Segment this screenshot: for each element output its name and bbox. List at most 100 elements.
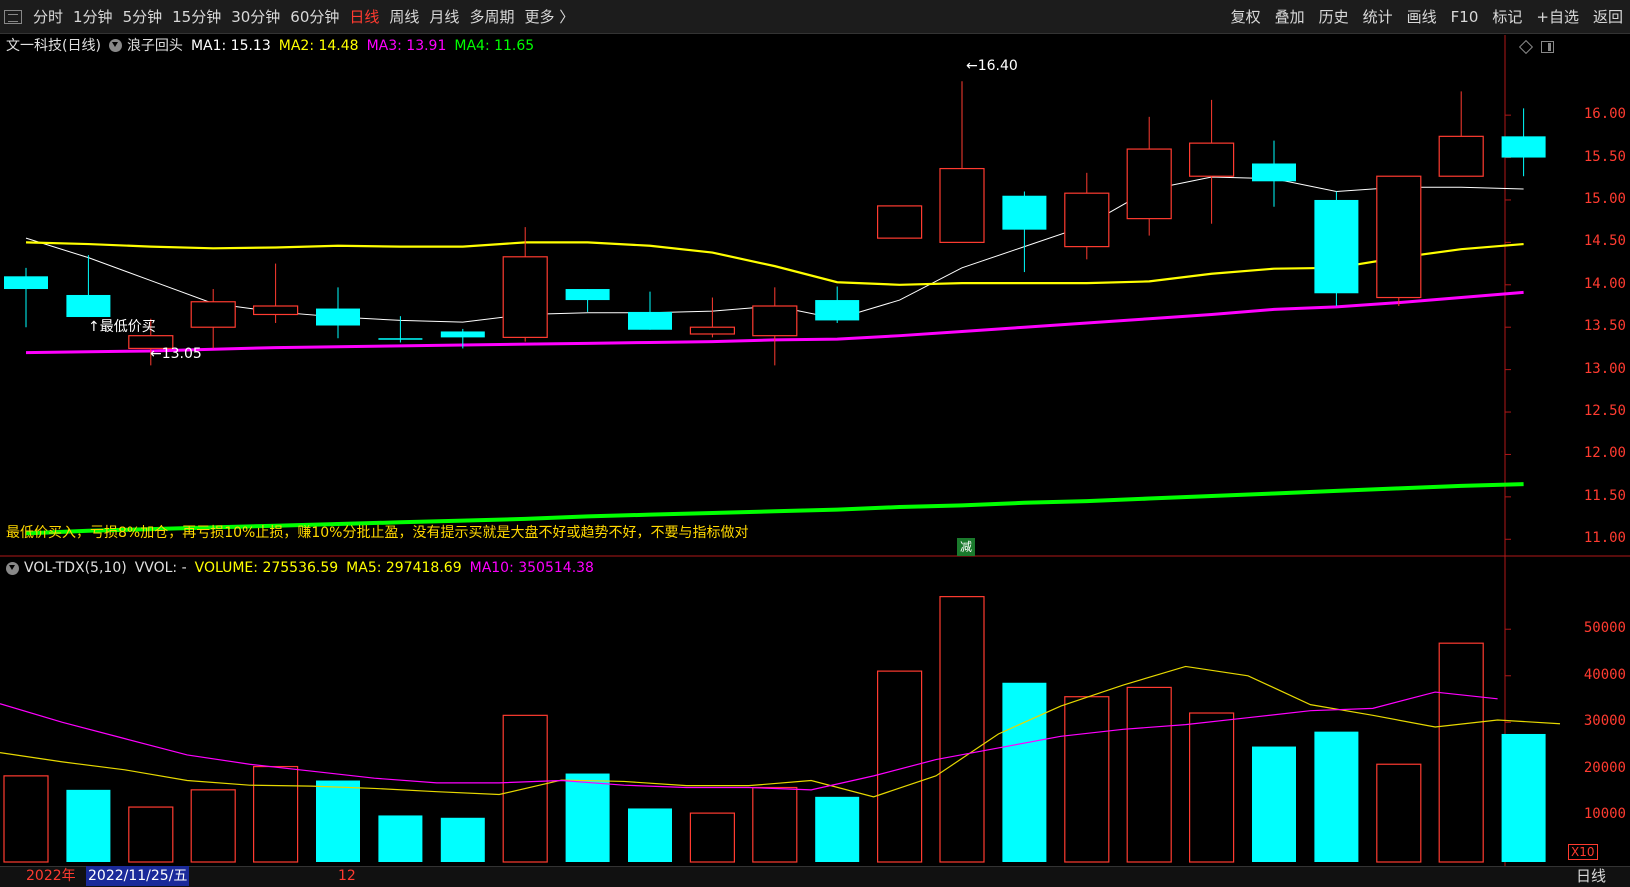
candle-body xyxy=(66,294,111,318)
price-tick-label: 14.00 xyxy=(1583,275,1626,292)
month-label: 12 xyxy=(338,868,356,884)
volume-scale-badge: X10 xyxy=(1568,844,1598,860)
candle-body xyxy=(1126,148,1172,220)
tool-tab-0[interactable]: 复权 xyxy=(1224,0,1268,34)
volume-bar xyxy=(440,817,485,862)
candle-body xyxy=(1438,135,1484,177)
candle-body xyxy=(1376,175,1422,299)
period-tab-1[interactable]: 1分钟 xyxy=(68,0,118,34)
volume-tick-label: 20000 xyxy=(1583,759,1626,776)
candle-body xyxy=(190,301,236,328)
indicator-name[interactable]: 浪子回头 xyxy=(127,35,183,57)
dropdown-circle-icon[interactable] xyxy=(108,39,122,52)
price-tick-label: 16.00 xyxy=(1583,106,1626,123)
period-tab-5[interactable]: 60分钟 xyxy=(285,0,344,34)
price-tick-label: 13.50 xyxy=(1583,318,1626,335)
ma2-value: MA2: 14.48 xyxy=(278,38,359,54)
tool-tab-8[interactable]: 返回 xyxy=(1586,0,1630,34)
candle-body xyxy=(440,331,485,338)
volume-bar xyxy=(1376,763,1422,863)
tool-tab-4[interactable]: 画线 xyxy=(1400,0,1444,34)
vvol-value: VVOL: - xyxy=(134,560,187,576)
ma-line-ma2 xyxy=(25,241,1524,286)
volume-bar xyxy=(1438,642,1484,863)
candle-body xyxy=(1501,136,1546,158)
period-footer-label[interactable]: 日线 xyxy=(1576,866,1606,886)
volume-bar xyxy=(190,789,236,863)
volume-value: VOLUME: 275536.59 xyxy=(194,560,339,576)
period-tab-2[interactable]: 5分钟 xyxy=(118,0,168,34)
ma1-value: MA1: 15.13 xyxy=(190,38,271,54)
price-tick-label: 15.50 xyxy=(1583,148,1626,165)
volume-bar xyxy=(316,780,360,862)
dropdown-circle-icon[interactable] xyxy=(6,562,19,575)
tool-tab-7[interactable]: +自选 xyxy=(1529,0,1586,34)
period-tabs: 分时 1分钟 5分钟 15分钟 30分钟 60分钟 日线 周线 月线 多周期 更多 〉 xyxy=(0,0,579,34)
volume-bar xyxy=(128,806,174,863)
price-tick-label: 12.00 xyxy=(1583,445,1626,462)
cursor-date-label: 2022/11/25/五 xyxy=(86,866,190,886)
price-tick-label: 11.50 xyxy=(1583,487,1626,504)
price-panel-header: 文一科技(日线) 浪子回头 MA1: 15.13 MA2: 14.48 MA3:… xyxy=(6,35,542,57)
volume-bar xyxy=(939,596,985,863)
kline-chart[interactable] xyxy=(0,35,1630,887)
candle-body xyxy=(1188,142,1235,177)
price-tick-label: 13.00 xyxy=(1583,360,1626,377)
menu-icon[interactable] xyxy=(4,10,22,24)
volume-bar xyxy=(253,765,299,863)
candle-body xyxy=(1252,163,1296,182)
candle-body xyxy=(4,276,48,290)
period-tab-4[interactable]: 30分钟 xyxy=(226,0,285,34)
volume-bar xyxy=(1002,682,1047,862)
candle-body xyxy=(316,308,360,326)
diamond-icon[interactable] xyxy=(1518,39,1534,55)
candle-body xyxy=(502,256,548,338)
volume-bar xyxy=(689,812,736,863)
period-tab-0[interactable]: 分时 xyxy=(28,0,68,34)
year-label: 2022年 xyxy=(26,868,76,884)
ma4-value: MA4: 11.65 xyxy=(454,38,535,54)
volume-bar xyxy=(1501,733,1546,862)
period-tab-9[interactable]: 多周期 xyxy=(464,0,519,34)
volume-bar xyxy=(565,773,610,862)
volume-bar xyxy=(1314,731,1359,862)
period-tab-6[interactable]: 日线 xyxy=(344,0,384,34)
candle-body xyxy=(876,205,923,239)
period-tab-8[interactable]: 月线 xyxy=(424,0,464,34)
low-price-marker: ←13.05 xyxy=(150,346,202,362)
reduce-signal-badge: 减 xyxy=(957,538,975,556)
tool-tab-6[interactable]: 标记 xyxy=(1485,0,1529,34)
volume-bar xyxy=(876,670,923,863)
ma3-value: MA3: 13.91 xyxy=(366,38,447,54)
price-tick-label: 11.00 xyxy=(1583,530,1626,547)
candle-body xyxy=(565,289,610,301)
tool-tab-5[interactable]: F10 xyxy=(1444,0,1486,34)
tool-tabs: 复权 叠加 历史 统计 画线 F10 标记 +自选 返回 xyxy=(1224,0,1630,34)
tool-tab-3[interactable]: 统计 xyxy=(1356,0,1400,34)
candle-body xyxy=(378,338,423,340)
volume-panel-header: VOL-TDX(5,10) VVOL: - VOLUME: 275536.59 … xyxy=(6,558,602,578)
volume-bar xyxy=(378,815,423,862)
volume-bar xyxy=(752,786,798,863)
period-tab-7[interactable]: 周线 xyxy=(384,0,424,34)
panel-toggle-icon[interactable] xyxy=(1541,41,1554,53)
tool-tab-1[interactable]: 叠加 xyxy=(1268,0,1312,34)
period-toolbar: 分时 1分钟 5分钟 15分钟 30分钟 60分钟 日线 周线 月线 多周期 更多 〉 复权 叠加 历史… xyxy=(0,0,1630,34)
candle-body xyxy=(939,167,985,243)
stock-name[interactable]: 文一科技(日线) xyxy=(6,35,101,57)
candle-body xyxy=(752,305,798,337)
high-price-marker: ←16.40 xyxy=(966,58,1018,74)
volume-bar xyxy=(66,789,111,862)
candle-body xyxy=(1314,199,1359,294)
period-tab-10[interactable]: 更多 〉 xyxy=(519,0,579,34)
tool-tab-2[interactable]: 历史 xyxy=(1312,0,1356,34)
candle-body xyxy=(815,300,860,321)
volume-bar xyxy=(1126,686,1172,863)
vol-ma10-value: MA10: 350514.38 xyxy=(469,560,594,576)
volume-indicator-name[interactable]: VOL-TDX(5,10) xyxy=(24,558,127,578)
period-tab-3[interactable]: 15分钟 xyxy=(167,0,226,34)
candle-body xyxy=(253,305,299,316)
volume-bar xyxy=(3,775,49,863)
volume-bar xyxy=(1252,746,1296,862)
strategy-note: 最低价买入，亏损8%加仓，再亏损10%止损，赚10%分批止盈，没有提示买就是大盘… xyxy=(6,525,749,541)
